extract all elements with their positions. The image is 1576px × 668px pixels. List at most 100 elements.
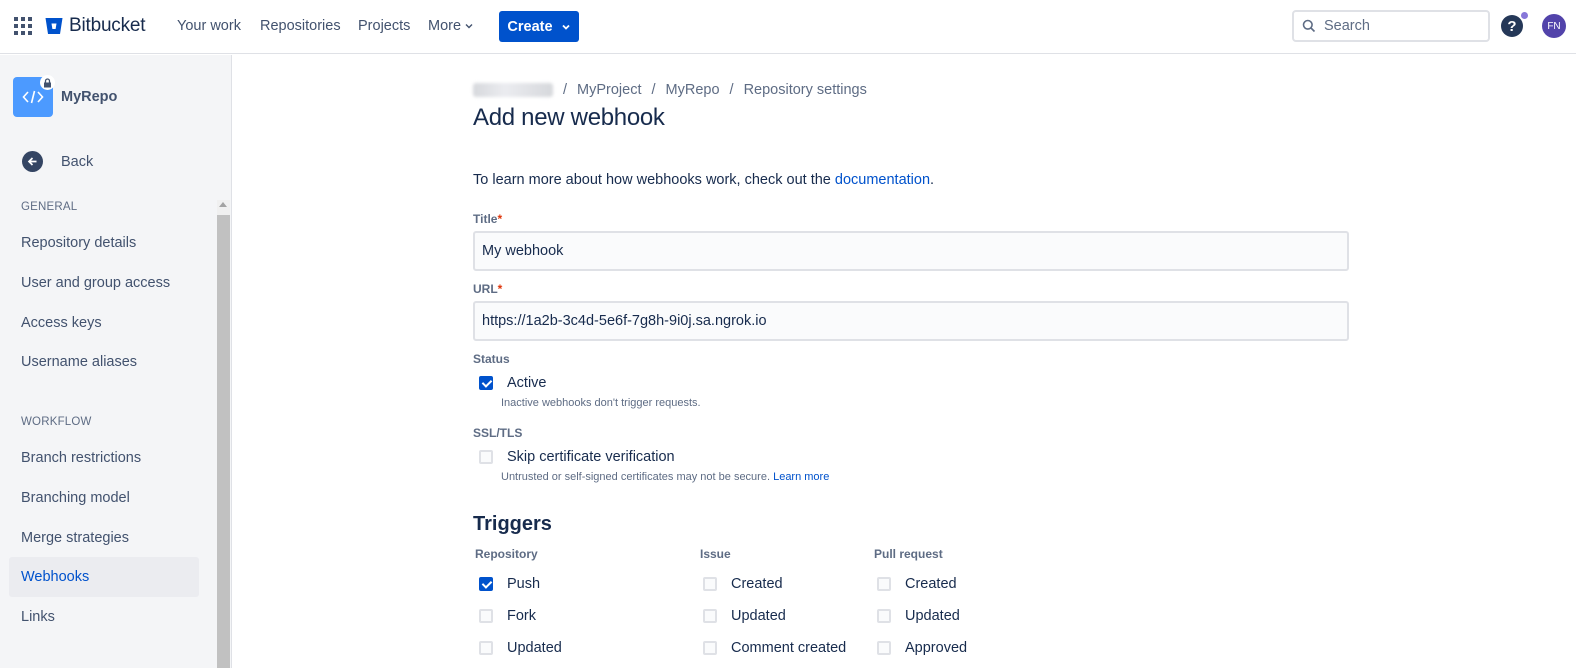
intro-suffix: . [930,172,935,188]
breadcrumb: / MyProject / MyRepo / Repository settin… [473,82,867,98]
code-icon [22,90,44,104]
bitbucket-logo[interactable]: Bitbucket [44,15,146,37]
trigger-pr-updated[interactable]: Updated [877,608,960,624]
required-mark: * [497,282,503,296]
page-title: Add new webhook [473,104,665,131]
sidebar-item-links[interactable]: Links [9,597,199,637]
intro-text: To learn more about how webhooks work, c… [473,172,934,188]
trigger-checkbox[interactable] [877,609,891,623]
notification-dot [1521,12,1528,19]
trigger-label: Updated [905,608,960,624]
search-icon [1302,19,1316,33]
sidebar-item-user-group-access[interactable]: User and group access [9,263,199,303]
search-input[interactable] [1324,18,1474,34]
nav-more[interactable]: More [428,18,474,34]
issue-column-heading: Issue [700,547,731,561]
section-general-label: GENERAL [21,201,78,213]
active-help-text: Inactive webhooks don't trigger requests… [501,397,701,409]
intro-prefix: To learn more about how webhooks work, c… [473,172,835,188]
trigger-repo-updated[interactable]: Updated [479,640,562,656]
section-workflow-label: WORKFLOW [21,416,92,428]
skip-verification-label: Skip certificate verification [507,449,675,465]
trigger-pr-created[interactable]: Created [877,576,957,592]
learn-more-link[interactable]: Learn more [773,471,829,483]
nav-your-work[interactable]: Your work [177,18,241,34]
scroll-up-arrow-icon[interactable] [219,202,227,207]
arrow-left-icon [22,151,43,172]
breadcrumb-project[interactable]: MyProject [577,82,641,98]
trigger-checkbox[interactable] [877,641,891,655]
trigger-label: Approved [905,640,968,656]
app-switcher-icon[interactable] [14,17,32,35]
search-box[interactable] [1292,10,1490,42]
back-label: Back [61,153,94,170]
active-checkbox-row[interactable]: Active [479,375,547,391]
skip-help-message: Untrusted or self-signed certificates ma… [501,471,771,483]
sidebar-item-webhooks[interactable]: Webhooks [9,557,199,597]
help-icon[interactable]: ? [1501,15,1523,37]
trigger-pr-approved[interactable]: Approved [877,640,967,656]
trigger-issue-created[interactable]: Created [703,576,783,592]
trigger-checkbox[interactable] [703,641,717,655]
sidebar-item-username-aliases[interactable]: Username aliases [9,342,199,382]
title-label-text: Title [473,212,498,226]
title-field-label: Title* [473,212,502,226]
trigger-checkbox[interactable] [479,577,493,591]
title-input[interactable]: My webhook [473,231,1349,271]
trigger-checkbox[interactable] [479,609,493,623]
sidebar-item-merge-strategies[interactable]: Merge strategies [9,518,199,558]
breadcrumb-workspace-redacted[interactable] [473,83,553,97]
trigger-checkbox[interactable] [479,641,493,655]
url-label-text: URL [473,282,498,296]
required-mark: * [497,212,503,226]
url-input[interactable]: https://1a2b-3c4d-5e6f-7g8h-9i0j.sa.ngro… [473,301,1349,341]
sidebar-scrollbar[interactable] [217,200,230,668]
breadcrumb-settings[interactable]: Repository settings [744,82,867,98]
sidebar-item-branch-restrictions[interactable]: Branch restrictions [9,438,199,478]
trigger-checkbox[interactable] [703,609,717,623]
trigger-repo-fork[interactable]: Fork [479,608,536,624]
trigger-label: Comment created [731,640,847,656]
skip-verification-checkbox[interactable] [479,450,493,464]
skip-verification-row[interactable]: Skip certificate verification [479,449,675,465]
nav-projects[interactable]: Projects [358,18,410,34]
url-field-label: URL* [473,282,502,296]
nav-repositories[interactable]: Repositories [260,18,341,34]
skip-help-text: Untrusted or self-signed certificates ma… [501,471,829,483]
trigger-label: Updated [507,640,562,656]
repository-column-heading: Repository [475,547,538,561]
trigger-issue-updated[interactable]: Updated [703,608,786,624]
sidebar-item-branching-model[interactable]: Branching model [9,478,199,518]
top-navigation: Bitbucket Your work Repositories Project… [0,0,1576,54]
active-label: Active [507,375,547,391]
trigger-checkbox[interactable] [703,577,717,591]
lock-icon [40,75,55,90]
trigger-label: Push [507,576,541,592]
chevron-down-icon [561,24,570,30]
user-avatar[interactable]: FN [1542,14,1566,38]
documentation-link[interactable]: documentation [835,172,930,188]
repo-name[interactable]: MyRepo [61,89,117,105]
pull-request-column-heading: Pull request [874,547,943,561]
product-name: Bitbucket [69,15,146,36]
trigger-label: Fork [507,608,536,624]
trigger-repo-push[interactable]: Push [479,576,540,592]
trigger-checkbox[interactable] [877,577,891,591]
create-button-label: Create [507,18,553,35]
sidebar: MyRepo Back GENERAL Repository details U… [0,55,232,668]
trigger-label: Updated [731,608,786,624]
scrollbar-thumb[interactable] [217,215,230,668]
active-checkbox[interactable] [479,376,493,390]
sidebar-item-repository-details[interactable]: Repository details [9,223,199,263]
breadcrumb-repo[interactable]: MyRepo [666,82,720,98]
nav-more-label: More [428,18,462,34]
create-button[interactable]: Create [499,11,579,42]
status-label: Status [473,352,510,366]
trigger-issue-comment-created[interactable]: Comment created [703,640,846,656]
bitbucket-logo-icon [45,18,63,34]
chevron-down-icon [465,24,473,29]
back-button[interactable]: Back [22,151,93,172]
sidebar-item-access-keys[interactable]: Access keys [9,303,199,343]
trigger-label: Created [731,576,783,592]
ssl-label: SSL/TLS [473,426,523,440]
